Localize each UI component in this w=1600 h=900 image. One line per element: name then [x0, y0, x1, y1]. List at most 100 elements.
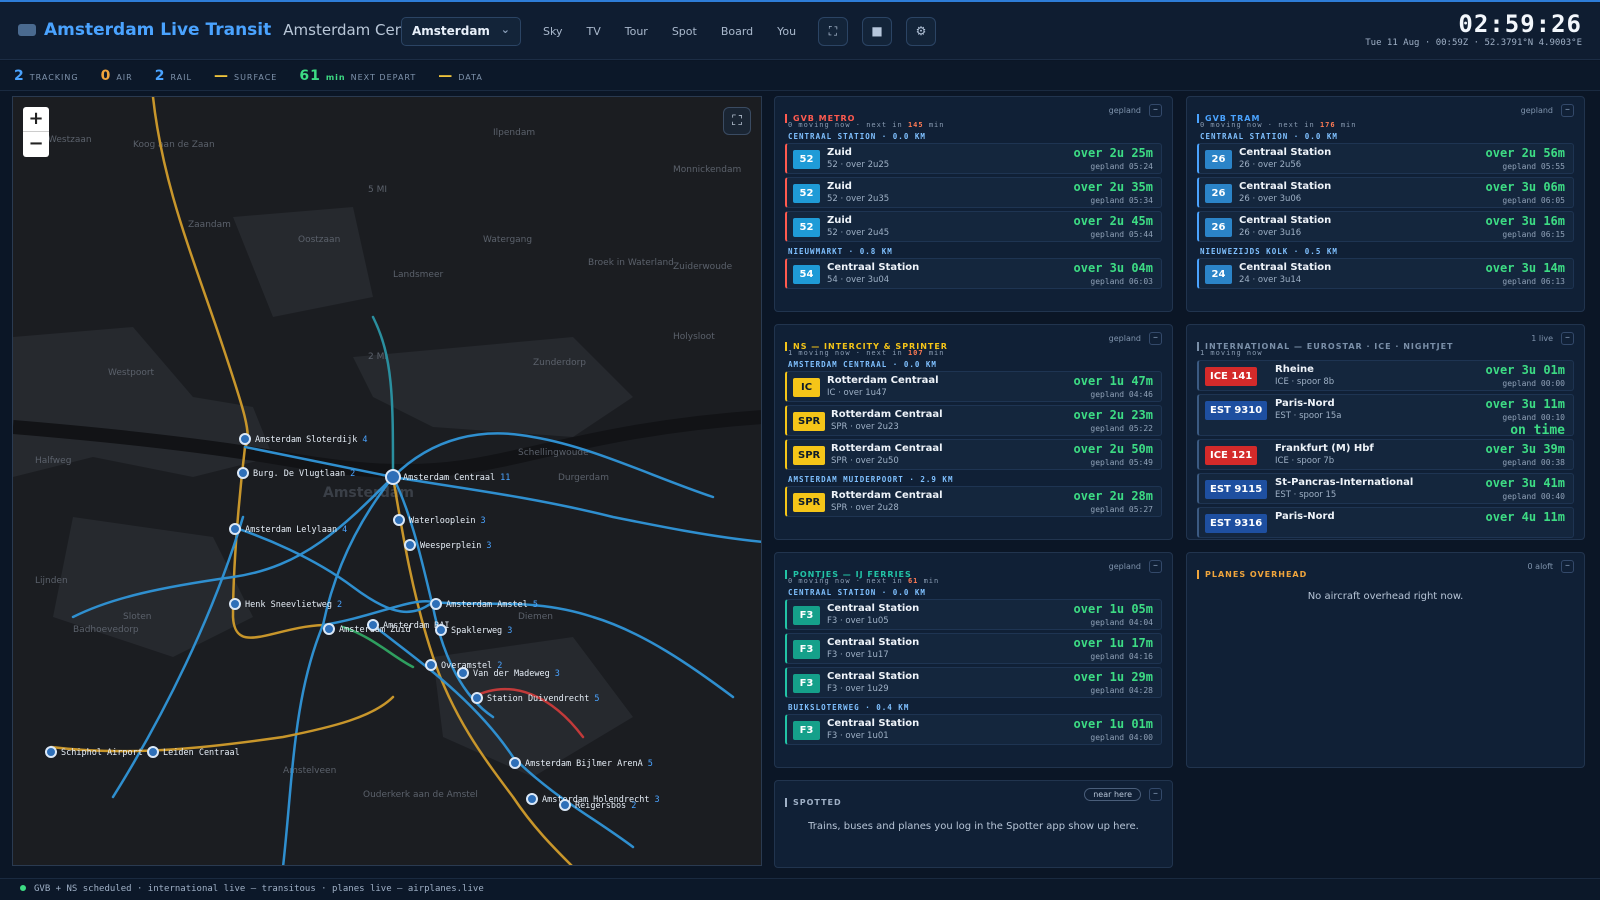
station-marker[interactable] — [229, 523, 241, 535]
departure-row[interactable]: 26 Centraal Station 26 · over 3u06 over 3u … — [1197, 177, 1574, 208]
station-marker[interactable] — [367, 619, 379, 631]
departure-row[interactable]: F3 Centraal Station F3 · over 1u17 over 1u … — [785, 633, 1162, 664]
station-marker[interactable] — [559, 799, 571, 811]
departure-row[interactable]: F3 Centraal Station F3 · over 1u01 over 1u … — [785, 714, 1162, 745]
line-info: F3 · over 1u01 — [827, 731, 889, 741]
zoom-control: + − — [23, 107, 49, 157]
map-fullscreen-button[interactable]: ⛶ — [723, 107, 751, 135]
stat-value: 61 — [299, 67, 321, 84]
section-header: CENTRAAL STATION · 0.0 KM — [788, 132, 926, 141]
collapse-button[interactable]: – — [1561, 560, 1574, 573]
nav-you[interactable]: You — [777, 25, 796, 38]
station-marker[interactable] — [237, 467, 249, 479]
departure-row[interactable]: 26 Centraal Station 26 · over 3u16 over 3u … — [1197, 211, 1574, 242]
departure-row[interactable]: SPR Rotterdam Centraal SPR · over 2u50 over… — [785, 439, 1162, 470]
departure-row[interactable]: F3 Centraal Station F3 · over 1u29 over 1u … — [785, 667, 1162, 698]
line-badge: ICE 121 — [1205, 446, 1258, 465]
station-marker[interactable] — [393, 514, 405, 526]
departure-row[interactable]: 24 Centraal Station 24 · over 3u14 over 3u … — [1197, 258, 1574, 289]
moving-status: 0 moving now · next in 145 min — [788, 121, 944, 129]
collapse-button[interactable]: – — [1561, 104, 1574, 117]
station-marker[interactable] — [404, 539, 416, 551]
app-title: Amsterdam Live Transit — [44, 20, 272, 40]
nav-sky[interactable]: Sky — [543, 25, 562, 38]
station-marker[interactable] — [430, 598, 442, 610]
scheduled-time: gepland 05:44 — [1090, 230, 1153, 239]
settings-button[interactable]: ⚙ — [906, 17, 936, 46]
station-count: 11 — [500, 473, 510, 483]
station-marker[interactable] — [425, 659, 437, 671]
collapse-button[interactable]: – — [1149, 104, 1162, 117]
destination: Zuid — [827, 147, 852, 158]
collapse-button[interactable]: – — [1149, 332, 1162, 345]
station-marker[interactable] — [229, 598, 241, 610]
departure-row[interactable]: 54 Centraal Station 54 · over 3u04 over 3u … — [785, 258, 1162, 289]
collapse-button[interactable]: – — [1149, 788, 1162, 801]
departure-due: over 2u 50m — [1073, 442, 1153, 456]
destination: Centraal Station — [1239, 147, 1332, 158]
next-unit: min — [1340, 121, 1357, 129]
departure-row[interactable]: SPR Rotterdam Centraal SPR · over 2u28 over… — [785, 486, 1162, 517]
departure-row[interactable]: SPR Rotterdam Centraal SPR · over 2u23 over… — [785, 405, 1162, 436]
zoom-in-button[interactable]: + — [23, 107, 49, 132]
station-marker[interactable] — [323, 623, 335, 635]
station-marker[interactable] — [509, 757, 521, 769]
departure-row[interactable]: ICE 121 Frankfurt (M) Hbf ICE · spoor 7b ov… — [1197, 439, 1574, 470]
departure-due: over 2u 23m — [1073, 408, 1153, 422]
departure-row[interactable]: 26 Centraal Station 26 · over 2u56 over 2u … — [1197, 143, 1574, 174]
station-marker[interactable] — [457, 667, 469, 679]
station-marker[interactable] — [385, 469, 401, 485]
panel-meta: near here – — [1084, 788, 1162, 801]
departure-row[interactable]: EST 9316 Paris-Nord over 4u 11m — [1197, 507, 1574, 538]
departure-row[interactable]: F3 Centraal Station F3 · over 1u05 over 1u … — [785, 599, 1162, 630]
gear-icon: ⚙ — [915, 24, 927, 38]
line-badge: F3 — [793, 721, 820, 740]
station-count: 2 — [631, 801, 636, 811]
clock-time: 02:59:26 — [1458, 10, 1582, 38]
nav-spot[interactable]: Spot — [672, 25, 697, 38]
station-marker[interactable] — [526, 793, 538, 805]
departure-row[interactable]: EST 9310 Paris-Nord EST · spoor 15a over 3u… — [1197, 394, 1574, 438]
nav-tour[interactable]: Tour — [625, 25, 648, 38]
station-marker[interactable] — [147, 746, 159, 758]
panel-header: PONTJES — IJ FERRIES gepland – — [785, 560, 1162, 579]
stop-button[interactable]: ■ — [862, 17, 892, 46]
city-select-value: Amsterdam — [412, 24, 490, 38]
station-marker[interactable] — [45, 746, 57, 758]
station-marker[interactable] — [435, 624, 447, 636]
moving-text: 0 moving now · next in — [788, 577, 903, 585]
section-header: AMSTERDAM CENTRAAL · 0.0 KM — [788, 360, 937, 369]
departure-row[interactable]: ICE 141 Rheine ICE · spoor 8b over 3u 01m ge… — [1197, 360, 1574, 391]
panel-meta: 0 aloft – — [1528, 560, 1574, 573]
departure-row[interactable]: 52 Zuid 52 · over 2u25 over 2u 25m gepland 0… — [785, 143, 1162, 174]
map-area-label: Holysloot — [673, 332, 715, 342]
stat-label: DATA — [458, 72, 483, 82]
departure-row[interactable]: IC Rotterdam Centraal IC · over 1u47 over 1… — [785, 371, 1162, 402]
collapse-button[interactable]: – — [1561, 332, 1574, 345]
departure-row[interactable]: 52 Zuid 52 · over 2u35 over 2u 35m gepland 0… — [785, 177, 1162, 208]
station-name: Amsterdam Lelylaan — [245, 525, 337, 535]
panel-planes: PLANES OVERHEAD 0 aloft – No aircraft ove… — [1186, 552, 1585, 768]
line-badge: ICE 141 — [1205, 367, 1258, 386]
map-area-label: 2 MI — [368, 352, 387, 362]
collapse-button[interactable]: – — [1149, 560, 1162, 573]
destination: Paris-Nord — [1275, 398, 1335, 409]
departure-row[interactable]: EST 9115 St-Pancras-International EST · sp… — [1197, 473, 1574, 504]
zoom-out-button[interactable]: − — [23, 132, 49, 157]
moving-text: 0 moving now · next in — [1200, 121, 1315, 129]
city-select[interactable]: Amsterdam ⌄ — [401, 17, 521, 46]
departure-due: over 3u 16m — [1485, 214, 1565, 228]
nav-board[interactable]: Board — [721, 25, 753, 38]
station-marker[interactable] — [239, 433, 251, 445]
map-canvas[interactable]: Westzaan Koog aan de Zaan Zaandam Oostzaan I… — [13, 97, 762, 866]
scheduled-time: gepland 05:22 — [1090, 424, 1153, 433]
section-header: CENTRAAL STATION · 0.0 KM — [788, 588, 926, 597]
nav-tv[interactable]: TV — [586, 25, 600, 38]
station-label: Leiden Centraal — [163, 748, 240, 758]
transit-map[interactable]: Westzaan Koog aan de Zaan Zaandam Oostzaan I… — [12, 96, 762, 866]
station-marker[interactable] — [471, 692, 483, 704]
near-here-pill[interactable]: near here — [1084, 788, 1141, 801]
fullscreen-button[interactable]: ⛶ — [818, 17, 848, 46]
brand[interactable]: Amsterdam Live Transit Amsterdam Centraa… — [18, 20, 439, 40]
departure-row[interactable]: 52 Zuid 52 · over 2u45 over 2u 45m gepland 0… — [785, 211, 1162, 242]
